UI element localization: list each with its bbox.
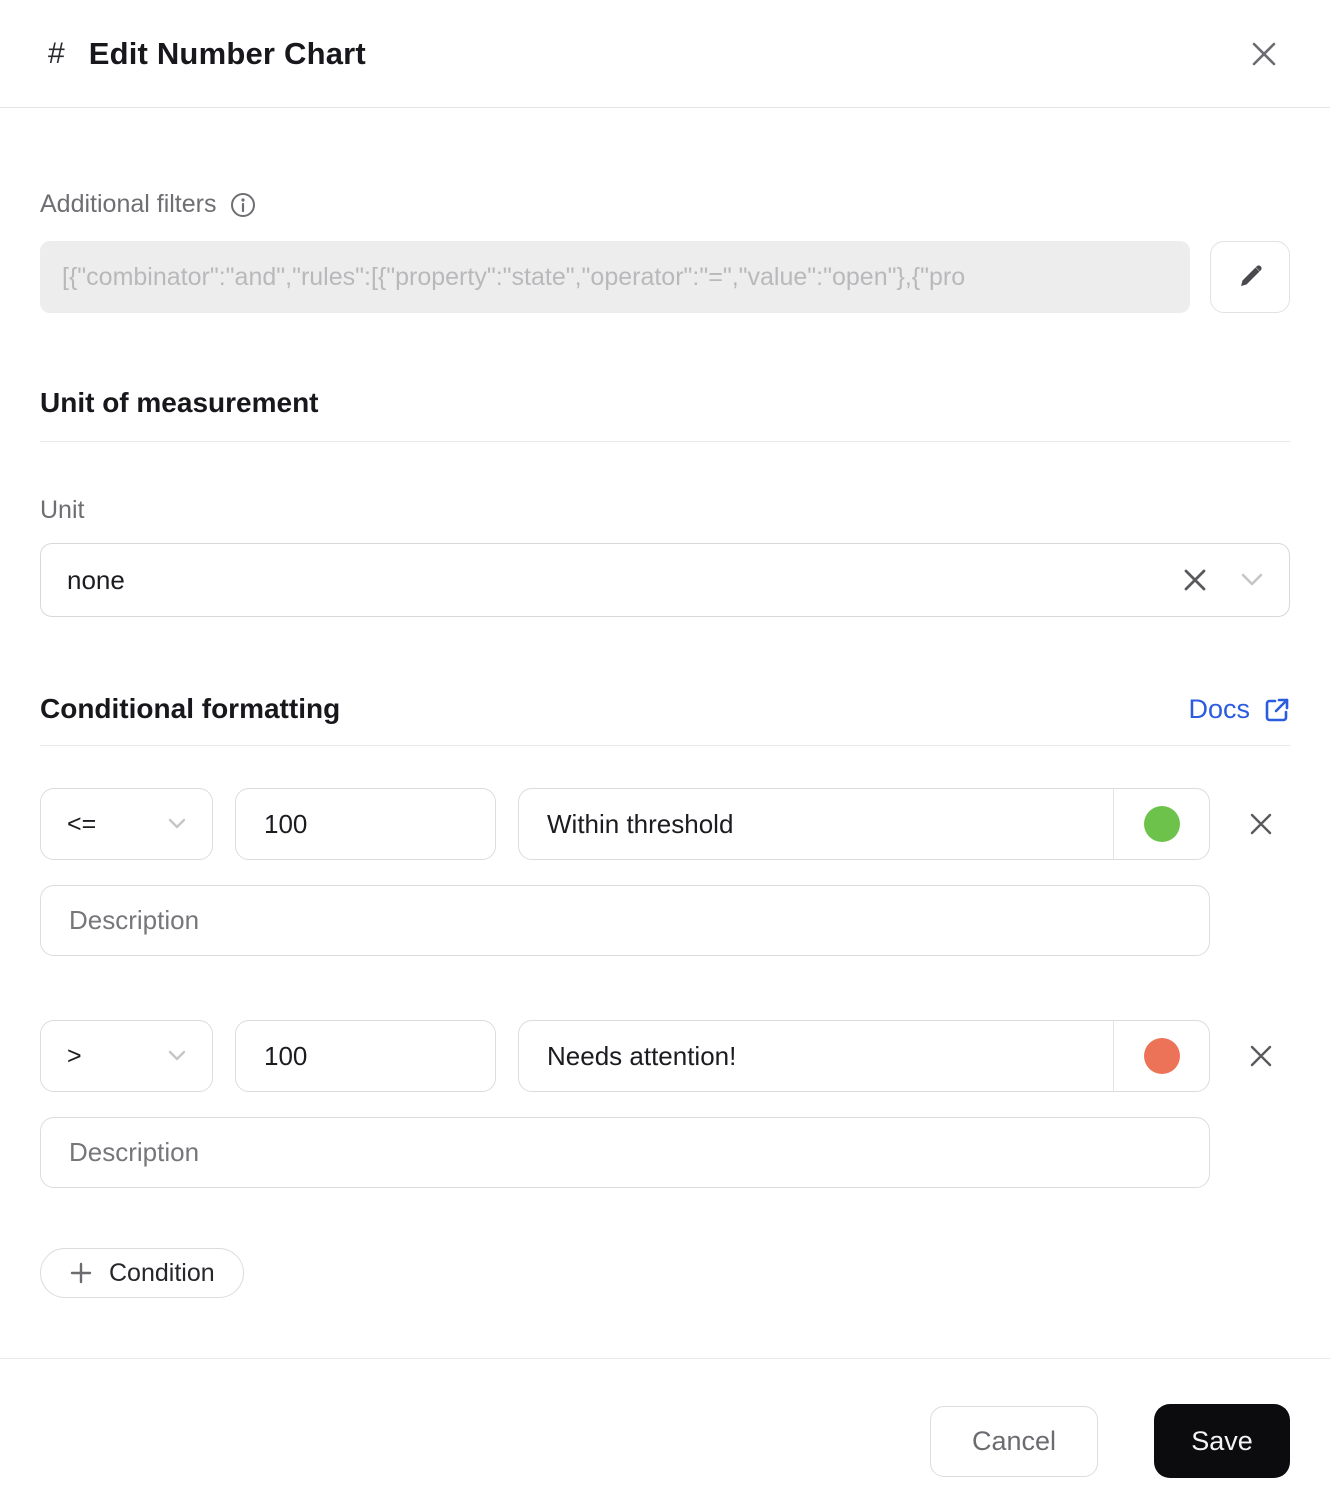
dialog-title: Edit Number Chart [88, 35, 366, 71]
condition-1-label-group [518, 788, 1210, 860]
add-condition-label: Condition [109, 1258, 215, 1287]
external-link-icon [1264, 697, 1290, 723]
conditional-formatting-heading-row: Conditional formatting Docs [40, 693, 1290, 746]
condition-2-label-input[interactable] [519, 1021, 1113, 1091]
unit-dropdown-button[interactable] [1241, 573, 1263, 587]
conditional-formatting-heading: Conditional formatting [40, 693, 341, 724]
cancel-button[interactable]: Cancel [930, 1405, 1098, 1477]
condition-2-operator-value: > [67, 1041, 82, 1070]
condition-1-label-input[interactable] [519, 789, 1113, 859]
unit-select[interactable]: none [40, 543, 1290, 617]
condition-2-value-input[interactable] [235, 1020, 496, 1092]
condition-row-2: > [40, 1020, 1290, 1092]
condition-2-color-dot [1143, 1038, 1180, 1074]
unit-clear-button[interactable] [1183, 568, 1207, 592]
clear-icon [1183, 568, 1207, 592]
remove-icon [1248, 811, 1274, 837]
plus-icon [69, 1261, 93, 1285]
close-button[interactable] [1242, 32, 1286, 76]
number-chart-icon: # [48, 36, 65, 70]
condition-1-color-picker[interactable] [1113, 789, 1209, 859]
chevron-down-icon [168, 818, 186, 830]
condition-2-remove-button[interactable] [1232, 1020, 1290, 1092]
condition-2-color-picker[interactable] [1113, 1021, 1209, 1091]
info-icon [230, 192, 256, 218]
save-button[interactable]: Save [1154, 1404, 1290, 1478]
condition-2-description-input[interactable] [40, 1117, 1210, 1188]
additional-filters-label: Additional filters [40, 190, 217, 218]
condition-2-label-group [518, 1020, 1210, 1092]
docs-link-label: Docs [1188, 694, 1250, 724]
add-condition-button[interactable]: Condition [40, 1248, 244, 1298]
unit-select-value: none [67, 564, 125, 595]
condition-row-1: <= [40, 788, 1290, 860]
dialog-footer: Cancel Save [0, 1358, 1330, 1506]
condition-1-operator-value: <= [67, 809, 97, 838]
additional-filters-row [40, 241, 1290, 313]
unit-of-measurement-heading: Unit of measurement [40, 387, 1290, 442]
close-icon [1251, 41, 1277, 67]
condition-1-color-dot [1143, 806, 1180, 842]
dialog-header: # Edit Number Chart [0, 0, 1330, 108]
condition-2-operator-select[interactable]: > [40, 1020, 213, 1092]
edit-number-chart-dialog: # Edit Number Chart Additional filters [… [0, 0, 1330, 1506]
chevron-down-icon [168, 1050, 186, 1062]
remove-icon [1248, 1043, 1274, 1069]
edit-filters-button[interactable] [1210, 241, 1290, 313]
dialog-body: Additional filters Unit [0, 108, 1330, 1358]
condition-1-remove-button[interactable] [1232, 788, 1290, 860]
pencil-icon [1235, 262, 1265, 292]
condition-1-description-input[interactable] [40, 885, 1210, 956]
additional-filters-label-row: Additional filters [40, 190, 1290, 219]
additional-filters-input[interactable] [40, 241, 1190, 313]
chevron-down-icon [1241, 573, 1263, 587]
condition-1-operator-select[interactable]: <= [40, 788, 213, 860]
docs-link[interactable]: Docs [1188, 694, 1290, 725]
unit-label: Unit [40, 496, 85, 524]
condition-1-value-input[interactable] [235, 788, 496, 860]
